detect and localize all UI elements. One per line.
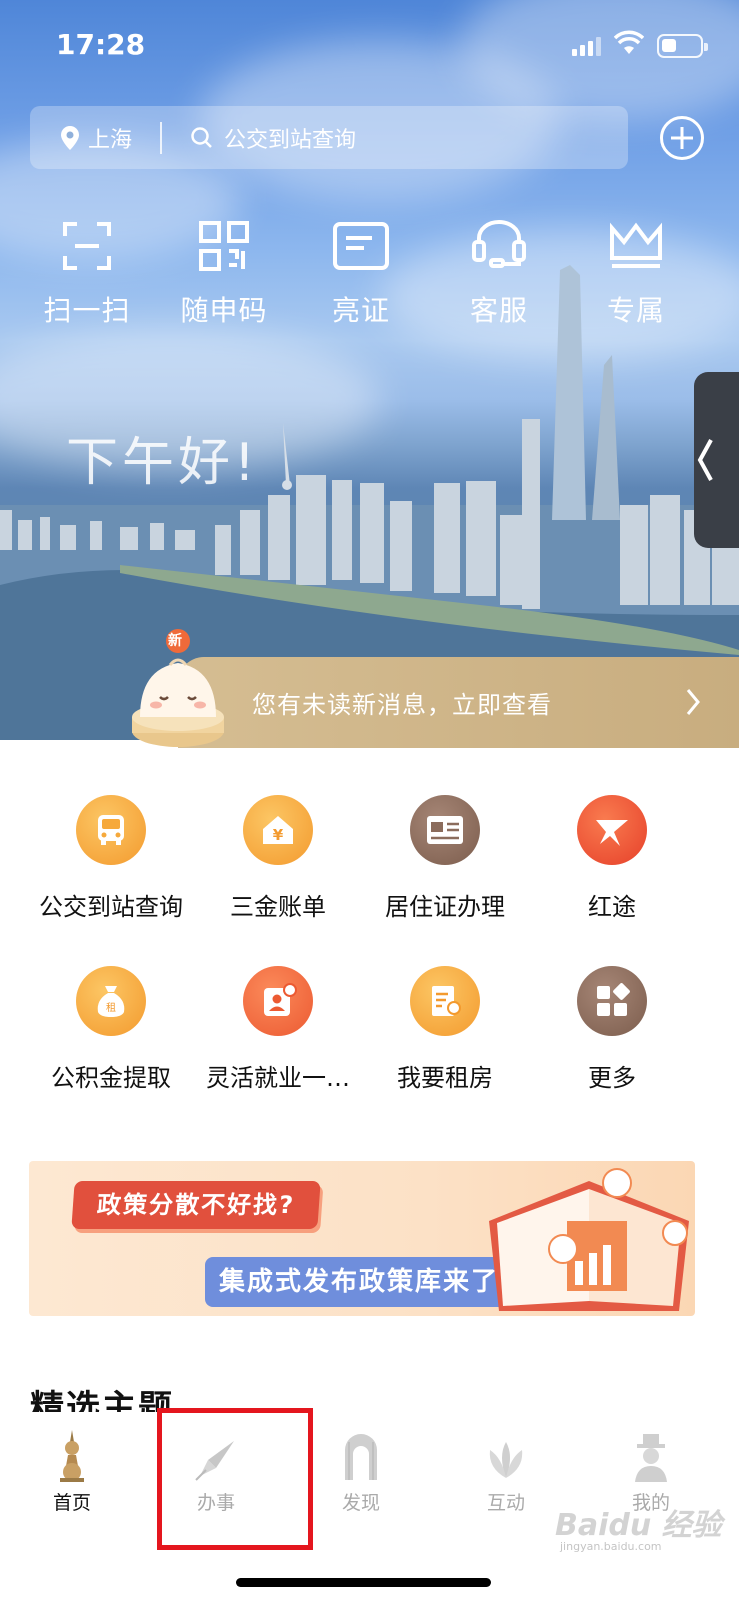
grid-more-icon <box>597 983 630 1016</box>
quick-action-label: 专属 <box>606 294 665 327</box>
id-badge-icon <box>264 983 297 1016</box>
quick-action-qrcode[interactable]: 随申码 <box>174 217 274 329</box>
wifi-icon <box>614 30 644 54</box>
svg-text:¥: ¥ <box>273 826 284 844</box>
service-label: 更多 <box>588 1064 636 1092</box>
watermark-text: Baidu 经验 <box>555 1508 722 1543</box>
money-bag-icon: 租 <box>97 986 125 1017</box>
battery-icon <box>657 34 708 58</box>
home-tower-icon <box>60 1430 84 1482</box>
quick-action-label: 亮证 <box>331 294 390 327</box>
quick-action-label: 扫一扫 <box>43 294 131 327</box>
service-more[interactable]: 更多 <box>532 966 692 1093</box>
location-selector[interactable]: 上海 <box>60 122 132 154</box>
service-label: 公积金提取 <box>51 1064 171 1092</box>
magnolia-icon <box>489 1442 523 1478</box>
yuan-house-icon: ¥ <box>263 816 293 844</box>
add-plus-icon[interactable] <box>659 115 705 161</box>
location-pin-icon <box>61 125 79 150</box>
service-label: 我要租房 <box>397 1064 493 1092</box>
mascot-dumpling: 新 <box>130 627 226 753</box>
bus-icon <box>98 815 124 845</box>
svg-text:租: 租 <box>106 1001 116 1014</box>
arch-icon <box>345 1434 377 1480</box>
policy-library-banner[interactable]: 政策分散不好找? 集成式发布政策库来了! <box>29 1161 695 1316</box>
service-red-route[interactable]: 红途 <box>532 795 692 922</box>
chevron-left-icon <box>697 439 713 481</box>
tab-label: 互动 <box>486 1492 525 1514</box>
quick-action-exclusive[interactable]: 专属 <box>586 217 686 329</box>
search-input[interactable]: 公交到站查询 <box>190 122 356 154</box>
service-label: 三金账单 <box>230 893 326 921</box>
card-icon <box>333 222 389 270</box>
red-star-icon <box>596 820 628 846</box>
tab-home[interactable]: 首页 <box>22 1424 122 1515</box>
banner-line1: 政策分散不好找? <box>71 1181 321 1229</box>
quick-action-label: 客服 <box>469 294 528 327</box>
watermark-url: jingyan.baidu.com <box>560 1540 662 1553</box>
tab-label: 发现 <box>341 1492 380 1514</box>
status-bar: 17:28 <box>0 0 739 95</box>
residence-card-icon <box>427 816 463 844</box>
rent-house-icon <box>432 986 461 1016</box>
search-placeholder: 公交到站查询 <box>224 127 357 153</box>
scan-icon <box>63 222 111 270</box>
service-flexible-employment[interactable]: 灵活就业一… <box>198 966 358 1093</box>
new-badge: 新 <box>168 633 182 649</box>
service-residence-permit[interactable]: 居住证办理 <box>365 795 525 922</box>
quick-action-customer-service[interactable]: 客服 <box>449 217 549 329</box>
chevron-right-icon <box>686 689 700 715</box>
service-provident-fund[interactable]: 租 公积金提取 <box>31 966 191 1093</box>
unread-message-notice[interactable]: 您有未读新消息，立即查看 <box>178 657 739 748</box>
headset-icon <box>472 220 526 268</box>
quick-action-scan[interactable]: 扫一扫 <box>37 217 137 329</box>
service-label: 灵活就业一… <box>206 1064 350 1092</box>
highlight-box <box>157 1408 313 1550</box>
notice-text: 您有未读新消息，立即查看 <box>252 691 552 719</box>
location-label: 上海 <box>88 127 133 153</box>
crown-icon <box>610 222 662 268</box>
policy-book-illustration <box>489 1168 689 1311</box>
person-hat-icon <box>635 1434 667 1482</box>
search-icon <box>191 126 212 148</box>
quick-action-label: 随申码 <box>180 294 268 327</box>
service-rent-house[interactable]: 我要租房 <box>365 966 525 1093</box>
service-label: 居住证办理 <box>385 893 505 921</box>
service-bus-arrival[interactable]: 公交到站查询 <box>31 795 191 922</box>
service-label: 公交到站查询 <box>39 893 183 921</box>
greeting-text: 下午好! <box>66 433 259 493</box>
service-three-fund-bill[interactable]: ¥ 三金账单 <box>198 795 358 922</box>
qr-code-icon <box>199 221 249 271</box>
side-drawer-handle[interactable] <box>694 372 739 548</box>
tab-interact[interactable]: 互动 <box>456 1424 556 1515</box>
quick-action-show-id[interactable]: 亮证 <box>311 217 411 329</box>
cellular-signal-icon <box>572 36 601 56</box>
home-indicator[interactable] <box>236 1578 491 1587</box>
tab-label: 首页 <box>52 1492 91 1514</box>
tab-discover[interactable]: 发现 <box>311 1424 411 1515</box>
service-label: 红途 <box>588 893 636 921</box>
search-bar[interactable]: 上海 公交到站查询 <box>30 106 628 169</box>
status-time: 17:28 <box>56 28 146 61</box>
search-divider <box>160 121 163 154</box>
